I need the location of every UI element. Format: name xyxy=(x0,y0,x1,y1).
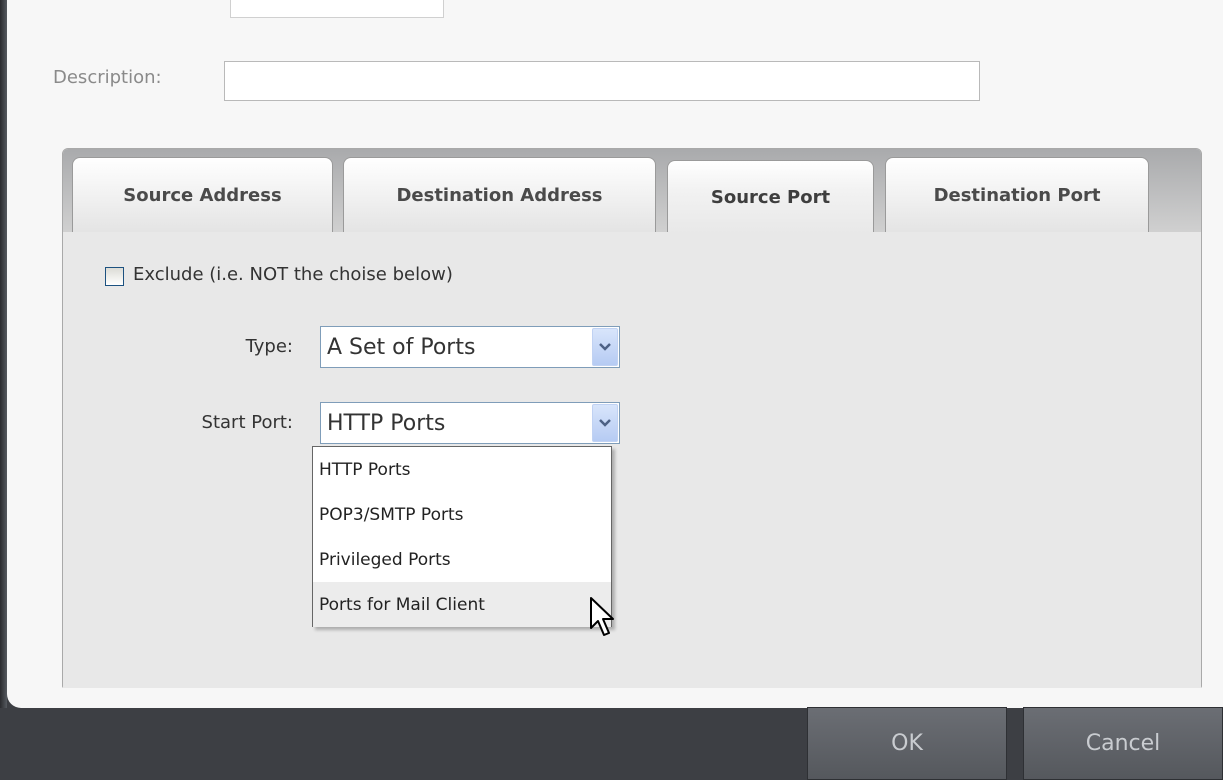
mouse-pointer-icon xyxy=(590,597,614,636)
type-select-value: A Set of Ports xyxy=(327,334,476,360)
tab-destination-port[interactable]: Destination Port xyxy=(885,157,1149,232)
start-port-dropdown-button[interactable] xyxy=(592,404,618,442)
exclude-checkbox[interactable] xyxy=(105,267,124,286)
tab-source-address[interactable]: Source Address xyxy=(72,157,333,232)
ok-button[interactable]: OK xyxy=(807,707,1007,780)
dropdown-option-privileged-ports[interactable]: Privileged Ports xyxy=(313,537,611,582)
tab-content: Exclude (i.e. NOT the choise below) Type… xyxy=(63,232,1201,688)
description-input[interactable] xyxy=(224,61,980,101)
start-port-select-value: HTTP Ports xyxy=(327,410,446,436)
dropdown-option-ports-for-mail-client[interactable]: Ports for Mail Client xyxy=(313,582,611,627)
start-port-dropdown-list: HTTP Ports POP3/SMTP Ports Privileged Po… xyxy=(312,446,612,627)
type-dropdown-button[interactable] xyxy=(592,328,618,366)
tab-source-port[interactable]: Source Port xyxy=(667,160,874,234)
chevron-down-icon xyxy=(599,343,611,351)
top-strip xyxy=(7,0,1223,22)
start-port-select[interactable]: HTTP Ports xyxy=(320,402,620,444)
tab-bar: Source Address Destination Address Sourc… xyxy=(63,149,1201,234)
dropdown-option-http-ports[interactable]: HTTP Ports xyxy=(313,447,611,492)
top-partial-field xyxy=(230,0,444,18)
tab-destination-address[interactable]: Destination Address xyxy=(343,157,656,232)
exclude-label: Exclude (i.e. NOT the choise below) xyxy=(133,264,453,285)
type-label: Type: xyxy=(245,336,293,357)
start-port-label: Start Port: xyxy=(201,412,293,433)
description-label: Description: xyxy=(53,67,162,88)
cancel-button[interactable]: Cancel xyxy=(1023,707,1223,780)
type-select[interactable]: A Set of Ports xyxy=(320,326,620,368)
window-edge xyxy=(0,0,7,708)
rule-panel: Source Address Destination Address Sourc… xyxy=(62,148,1202,688)
dropdown-option-pop3-smtp-ports[interactable]: POP3/SMTP Ports xyxy=(313,492,611,537)
chevron-down-icon xyxy=(599,419,611,427)
